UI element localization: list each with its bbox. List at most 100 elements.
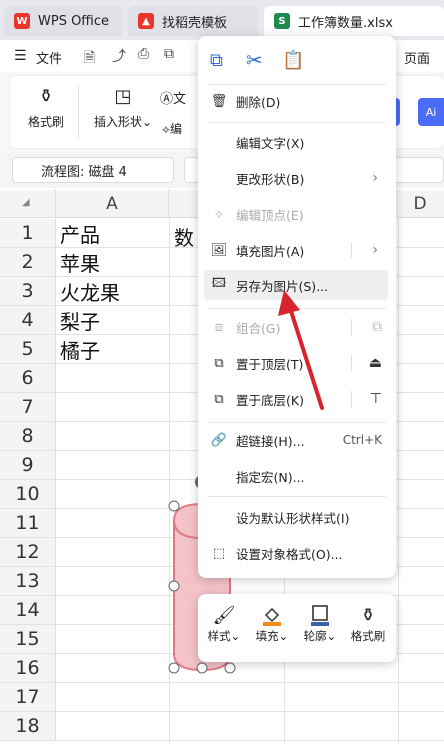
bring-forward-icon[interactable]: ⏏ xyxy=(369,355,382,371)
menu-item-label: 指定宏(N)... xyxy=(236,469,305,485)
shape-mini-toolbar: 🖌 样式⌄ 填充⌄ 轮廓⌄ ⚱ 格式刷 xyxy=(198,594,396,662)
row-header[interactable]: 7 xyxy=(0,393,56,422)
toolbar-label: 样式 xyxy=(207,629,231,643)
print-icon[interactable]: ⎙ xyxy=(138,46,149,62)
menu-item-label: 更改形状(B) xyxy=(236,171,305,187)
outline-icon xyxy=(308,602,332,628)
style-button[interactable]: 🖌 样式⌄ xyxy=(200,602,248,654)
outline-button[interactable]: 轮廓⌄ xyxy=(296,602,344,654)
menu-item-label: 超链接(H)... xyxy=(236,433,305,449)
row-header[interactable]: 16 xyxy=(0,654,56,683)
edit-points-ribbon-button[interactable]: ⟡编 xyxy=(162,120,182,137)
row-header[interactable]: 8 xyxy=(0,422,56,451)
corner-triangle-icon: ◢ xyxy=(22,197,30,208)
menu-item-fill-image[interactable]: 🖼 填充图片(A) › xyxy=(198,235,396,265)
name-box[interactable]: 流程图: 磁盘 4 xyxy=(12,157,174,183)
menu-item-assign-macro[interactable]: 指定宏(N)... xyxy=(198,461,396,491)
cell-a[interactable]: 苹果 xyxy=(60,248,100,277)
sheet-row xyxy=(56,712,444,741)
link-icon: 🔗 xyxy=(210,432,228,448)
cell-a[interactable]: 梨子 xyxy=(60,306,100,335)
ai-button[interactable]: Ai xyxy=(418,98,444,126)
format-painter-ribbon-button[interactable]: ⚱ 格式刷 xyxy=(26,86,66,130)
menu-item-label: 设置对象格式(O)... xyxy=(236,546,343,562)
menu-item-divider xyxy=(351,355,352,371)
column-header-a[interactable]: A xyxy=(56,190,169,218)
menu-item-delete[interactable]: 🗑 删除(D) xyxy=(198,86,396,116)
fill-button[interactable]: 填充⌄ xyxy=(248,602,296,654)
hamburger-icon[interactable]: ☰ xyxy=(14,48,27,64)
share-icon[interactable]: ⤴ xyxy=(112,46,126,66)
toolbar-label: 格式刷 xyxy=(350,629,386,643)
row-header[interactable]: 15 xyxy=(0,625,56,654)
column-header-d[interactable]: D xyxy=(396,190,444,218)
row-header[interactable]: 11 xyxy=(0,509,56,538)
chevron-down-icon: ⌄ xyxy=(141,115,153,129)
resize-handle[interactable] xyxy=(224,662,236,674)
cell-b1[interactable]: 数 xyxy=(174,222,194,251)
row-header[interactable]: 10 xyxy=(0,480,56,509)
save-icon[interactable]: 🗎 xyxy=(84,47,95,71)
toolbar-label: 填充 xyxy=(255,629,279,643)
tab-daoke-templates[interactable]: ▲ 找稻壳模板 xyxy=(128,6,258,36)
format-painter-button[interactable]: ⚱ 格式刷 xyxy=(344,602,392,654)
insert-shape-label: 插入形状 xyxy=(93,115,142,129)
select-all-corner[interactable]: ◢ xyxy=(0,190,56,218)
paste-icon[interactable]: 📋 xyxy=(282,50,304,71)
chevron-down-icon: ⌄ xyxy=(278,629,289,643)
format-painter-icon: ⚱ xyxy=(360,604,376,626)
row-header[interactable]: 17 xyxy=(0,683,56,712)
send-back-icon: ⧉ xyxy=(214,391,224,407)
tab-label: 工作簿数量.xlsx xyxy=(298,15,393,31)
row-header[interactable]: 4 xyxy=(0,306,56,335)
row-header[interactable]: 5 xyxy=(0,335,56,364)
edit-points-icon: ⟡ xyxy=(162,122,170,136)
tab-label: WPS Office xyxy=(38,13,110,29)
menu-item-edit-points[interactable]: ⟡ 编辑顶点(E) xyxy=(198,199,396,229)
row-header[interactable]: 1 xyxy=(0,219,56,248)
cell-a[interactable]: 橘子 xyxy=(60,335,100,364)
text-box-button[interactable]: Ⓐ文 xyxy=(160,88,186,107)
menu-item-edit-text[interactable]: 编辑文字(X) xyxy=(198,127,396,157)
cut-icon[interactable]: ✂ xyxy=(246,48,263,72)
row-header[interactable]: 12 xyxy=(0,538,56,567)
chevron-right-icon: › xyxy=(372,242,378,258)
row-header[interactable]: 14 xyxy=(0,596,56,625)
copy-icon[interactable]: ⧉ xyxy=(210,50,223,71)
insert-shape-button[interactable]: ◳ 插入形状⌄ xyxy=(92,86,154,130)
resize-handle[interactable] xyxy=(168,500,180,512)
edit-points-label: 编 xyxy=(169,122,182,136)
menu-item-hyperlink[interactable]: 🔗 超链接(H)... Ctrl+K xyxy=(198,425,396,455)
menu-item-divider xyxy=(351,391,352,407)
daoke-logo-icon: ▲ xyxy=(138,13,154,29)
tab-label: 找稻壳模板 xyxy=(162,15,228,31)
tab-bar: W WPS Office ▲ 找稻壳模板 S 工作簿数量.xlsx xyxy=(0,0,444,40)
row-header[interactable]: 3 xyxy=(0,277,56,306)
annotation-arrow xyxy=(278,290,324,410)
grid-line xyxy=(398,218,399,744)
tab-wps-office[interactable]: W WPS Office xyxy=(4,6,122,36)
cell-a[interactable]: 产品 xyxy=(60,219,100,248)
resize-handle[interactable] xyxy=(168,580,180,592)
tab-workbook[interactable]: S 工作簿数量.xlsx xyxy=(264,6,444,36)
insert-shape-icon: ◳ xyxy=(114,86,132,107)
row-header[interactable]: 2 xyxy=(0,248,56,277)
resize-handle[interactable] xyxy=(168,662,180,674)
cell-a[interactable]: 火龙果 xyxy=(60,277,120,306)
file-menu[interactable]: 文件 xyxy=(36,48,62,67)
menu-item-change-shape[interactable]: 更改形状(B) › xyxy=(198,163,396,193)
send-backward-icon[interactable]: ⊤ xyxy=(370,391,382,407)
row-header[interactable]: 9 xyxy=(0,451,56,480)
menu-item-format-object[interactable]: ⬚ 设置对象格式(O)... xyxy=(198,538,396,568)
row-header[interactable]: 18 xyxy=(0,712,56,741)
menu-item-set-default-style[interactable]: 设为默认形状样式(I) xyxy=(198,502,396,532)
row-header[interactable]: 6 xyxy=(0,364,56,393)
row-header[interactable]: 13 xyxy=(0,567,56,596)
brush-icon: 🖌 xyxy=(212,604,236,626)
sheet-row xyxy=(56,683,444,712)
page-menu[interactable]: 页面 xyxy=(404,48,430,67)
resize-handle[interactable] xyxy=(196,662,208,674)
fill-image-icon: 🖼 xyxy=(210,242,228,258)
preview-icon[interactable]: ⧉ xyxy=(164,46,174,62)
menu-item-divider xyxy=(351,319,352,335)
